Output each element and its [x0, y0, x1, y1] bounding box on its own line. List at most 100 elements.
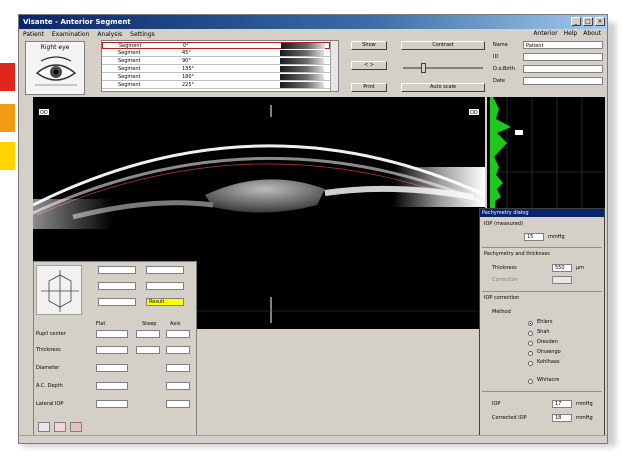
window-title: Visante - Anterior Segment [23, 18, 131, 26]
method-radio[interactable] [528, 341, 533, 346]
select-tool-icon[interactable] [38, 422, 50, 432]
reflectivity-histogram [487, 97, 605, 213]
scan-row[interactable]: Segment 0° [102, 42, 330, 49]
method-radio[interactable] [528, 351, 533, 356]
value-field[interactable] [136, 330, 160, 338]
value-field[interactable] [166, 346, 190, 354]
value-field[interactable] [166, 400, 190, 408]
scan-row[interactable]: Segment 225° [102, 82, 330, 89]
corrected-iop-label: Corrected IOP [492, 415, 527, 421]
scan-row[interactable]: Segment 90° [102, 58, 330, 65]
menu-about[interactable]: About [583, 30, 601, 37]
menu-analysis[interactable]: Analysis [97, 31, 122, 38]
value-field[interactable] [96, 364, 128, 372]
auto-scale-button[interactable]: Auto scale [401, 83, 485, 92]
iop-result-field[interactable]: 17 [552, 400, 572, 408]
dialog-title: Pachymetry dialog [480, 209, 604, 217]
accent-block-yellow [0, 142, 15, 170]
menu-examination[interactable]: Examination [52, 31, 90, 38]
highlighted-result-field[interactable]: Result [146, 298, 184, 306]
show-button[interactable]: Show [351, 41, 387, 50]
close-button[interactable]: × [595, 17, 605, 26]
maximize-button[interactable]: □ [583, 17, 593, 26]
contrast-button[interactable]: Contrast [401, 41, 485, 50]
patient-name-field[interactable]: Patient [523, 41, 603, 49]
value-field[interactable] [96, 382, 128, 390]
thickness-field[interactable]: 550 [552, 264, 572, 272]
menu-settings[interactable]: Settings [130, 31, 155, 38]
eye-selector-panel[interactable]: Right eye [25, 41, 85, 95]
method-radio[interactable] [528, 321, 533, 326]
scan-row[interactable]: Segment 45° [102, 50, 330, 57]
measurement-panel: Result Flat Steep Axis Pupil center Thic… [33, 261, 197, 437]
scan-thumbnail [281, 43, 325, 49]
value-field[interactable] [96, 330, 128, 338]
section-title: Pachymetry and thickness [484, 251, 550, 257]
value-field[interactable] [166, 364, 190, 372]
app-window: Visante - Anterior Segment _ □ × Patient… [18, 14, 608, 444]
method-option[interactable]: Whitacre [537, 377, 559, 384]
correction-label: Correction [492, 277, 518, 283]
scan-thumbnail [280, 66, 324, 72]
scan-thumbnail [280, 82, 324, 88]
print-button[interactable]: Print [351, 83, 387, 92]
value-field[interactable] [98, 298, 136, 306]
accent-block-orange [0, 104, 15, 132]
contrast-slider-track[interactable] [403, 67, 483, 69]
menu-anterior[interactable]: Anterior [533, 30, 557, 37]
method-radio[interactable] [528, 331, 533, 336]
section-title: IOP correction [484, 295, 520, 301]
navigate-button[interactable]: < > [351, 61, 387, 70]
caliper-tool-icon[interactable] [54, 422, 66, 432]
row-label: Pupil center [36, 331, 66, 337]
value-field[interactable] [98, 282, 136, 290]
value-field[interactable] [146, 266, 184, 274]
value-field[interactable] [166, 330, 190, 338]
corrected-iop-field[interactable]: 18 [552, 414, 572, 422]
menu-patient[interactable]: Patient [23, 31, 44, 38]
menu-help[interactable]: Help [564, 30, 578, 37]
scan-list-scrollbar[interactable] [330, 41, 338, 91]
value-field[interactable] [96, 346, 128, 354]
column-header: Axis [170, 321, 181, 327]
scan-row[interactable]: Segment 180° [102, 74, 330, 81]
menu-bar: Patient Examination Analysis Settings An… [19, 29, 607, 39]
iop-unit: mmHg [548, 234, 565, 240]
scan-list[interactable]: Segment 0° Segment 45° Segment 90° Segme… [101, 40, 339, 92]
exam-date-field[interactable] [523, 77, 603, 85]
method-option[interactable]: Shah [537, 329, 550, 336]
iop-result-label: IOP [492, 401, 501, 407]
patient-dob-field[interactable] [523, 65, 603, 73]
method-option[interactable]: Ehlers [537, 319, 552, 326]
value-field[interactable] [166, 382, 190, 390]
value-field[interactable] [146, 282, 184, 290]
method-option[interactable]: Kohlhaas [537, 359, 560, 366]
method-option[interactable]: Orssengo [537, 349, 561, 356]
minimize-button[interactable]: _ [571, 17, 581, 26]
column-header: Steep [142, 321, 157, 327]
row-label: Lateral IOP [36, 401, 64, 407]
scan-thumbnail [280, 74, 324, 80]
scan-row[interactable]: Segment 135° [102, 66, 330, 73]
contrast-slider-thumb[interactable] [421, 63, 426, 73]
method-radio[interactable] [528, 379, 533, 384]
method-option[interactable]: Dresden [537, 339, 558, 346]
angle-tool-icon[interactable] [70, 422, 82, 432]
crosshair-icon [41, 270, 79, 312]
histogram-render [487, 97, 605, 213]
value-field[interactable] [96, 400, 128, 408]
title-bar: Visante - Anterior Segment _ □ × [19, 15, 607, 29]
thickness-label: Thickness [492, 265, 517, 271]
value-field[interactable] [98, 266, 136, 274]
thickness-unit: µm [576, 265, 585, 271]
patient-id-row: ID [493, 53, 605, 61]
scan-thumbnail [280, 58, 324, 64]
image-tag-left: OD [40, 110, 48, 116]
method-radio[interactable] [528, 361, 533, 366]
patient-dob-row: D.o.Birth [493, 65, 605, 73]
iop-field[interactable]: 15 [524, 233, 544, 241]
patient-id-field[interactable] [523, 53, 603, 61]
method-label: Method [492, 309, 511, 315]
value-field[interactable] [136, 346, 160, 354]
separator [482, 247, 602, 248]
